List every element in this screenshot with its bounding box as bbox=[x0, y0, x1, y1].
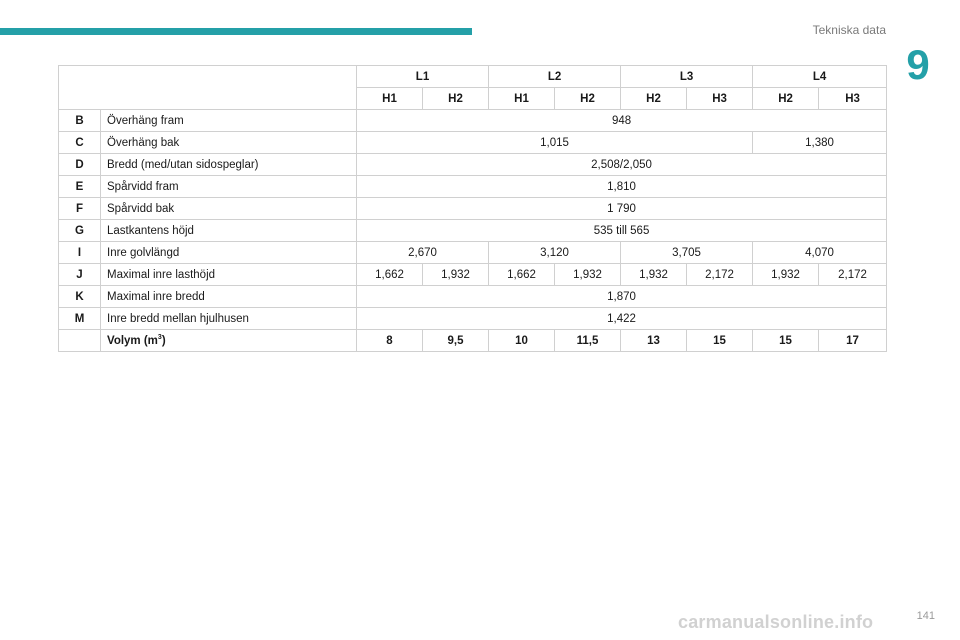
section-title: Tekniska data bbox=[812, 23, 886, 37]
row-value: 948 bbox=[355, 109, 888, 132]
row-value: 1,380 bbox=[752, 131, 888, 154]
table-row: B Överhäng fram 948 bbox=[58, 109, 888, 132]
row-label: Överhäng bak bbox=[100, 131, 357, 154]
table-row: E Spårvidd fram 1,810 bbox=[58, 175, 888, 198]
row-code: C bbox=[58, 131, 101, 154]
row-code: B bbox=[58, 109, 101, 132]
row-code: K bbox=[58, 285, 101, 308]
row-value: 1,932 bbox=[554, 263, 622, 286]
table-row: M Inre bredd mellan hjulhusen 1,422 bbox=[58, 307, 888, 330]
row-value: 1,932 bbox=[620, 263, 688, 286]
table-row: I Inre golvlängd 2,670 3,120 3,705 4,070 bbox=[58, 241, 888, 264]
table-row: J Maximal inre lasthöjd 1,662 1,932 1,66… bbox=[58, 263, 888, 286]
volume-value: 15 bbox=[752, 329, 820, 352]
height-header: H2 bbox=[554, 87, 622, 110]
row-value: 535 till 565 bbox=[355, 219, 888, 242]
volume-label-text: Volym (m bbox=[107, 334, 158, 347]
volume-label: Volym (m3) bbox=[100, 329, 357, 352]
row-label: Överhäng fram bbox=[100, 109, 357, 132]
header-accent-bar bbox=[0, 28, 472, 35]
volume-value: 15 bbox=[686, 329, 754, 352]
volume-value: 9,5 bbox=[421, 329, 490, 352]
length-header-row: L1 L2 L3 L4 bbox=[58, 65, 888, 110]
row-value: 1,662 bbox=[356, 263, 423, 286]
table-row: G Lastkantens höjd 535 till 565 bbox=[58, 219, 888, 242]
length-header: L2 bbox=[488, 65, 622, 88]
volume-row: Volym (m3) 8 9,5 10 11,5 13 15 15 17 bbox=[58, 329, 888, 352]
height-header: H1 bbox=[488, 87, 556, 110]
volume-value: 13 bbox=[620, 329, 688, 352]
dimensions-table: L1 L2 L3 L4 H1 H2 H1 H2 H2 H3 H2 H3 B Öv… bbox=[58, 65, 888, 352]
row-code: I bbox=[58, 241, 101, 264]
table-row: C Överhäng bak 1,015 1,380 bbox=[58, 131, 888, 154]
row-code: G bbox=[58, 219, 101, 242]
height-header: H2 bbox=[421, 87, 490, 110]
length-header: L1 bbox=[355, 65, 490, 88]
row-value: 1,015 bbox=[355, 131, 754, 154]
table-row: K Maximal inre bredd 1,870 bbox=[58, 285, 888, 308]
page-number: 141 bbox=[916, 610, 935, 622]
row-value: 1,870 bbox=[355, 285, 888, 308]
volume-value: 11,5 bbox=[554, 329, 622, 352]
height-header: H2 bbox=[620, 87, 688, 110]
row-label: Bredd (med/utan sidospeglar) bbox=[100, 153, 357, 176]
row-value: 1,662 bbox=[488, 263, 556, 286]
height-header: H3 bbox=[818, 87, 888, 110]
row-code: M bbox=[58, 307, 101, 330]
watermark: carmanualsonline.info bbox=[678, 612, 874, 632]
row-label: Spårvidd fram bbox=[100, 175, 357, 198]
row-label: Spårvidd bak bbox=[100, 197, 357, 220]
row-label: Inre golvlängd bbox=[100, 241, 357, 264]
row-code: E bbox=[58, 175, 101, 198]
height-header: H2 bbox=[752, 87, 820, 110]
row-label: Maximal inre bredd bbox=[100, 285, 357, 308]
volume-value: 8 bbox=[356, 329, 423, 352]
row-value: 1,810 bbox=[355, 175, 888, 198]
height-header: H1 bbox=[356, 87, 423, 110]
empty-code-cell bbox=[58, 329, 101, 352]
volume-value: 17 bbox=[818, 329, 888, 352]
row-value: 2,172 bbox=[818, 263, 888, 286]
height-header: H3 bbox=[686, 87, 754, 110]
row-label: Maximal inre lasthöjd bbox=[100, 263, 357, 286]
length-header: L3 bbox=[620, 65, 754, 88]
table-row: D Bredd (med/utan sidospeglar) 2,508/2,0… bbox=[58, 153, 888, 176]
table-row: F Spårvidd bak 1 790 bbox=[58, 197, 888, 220]
row-value: 1,932 bbox=[421, 263, 490, 286]
row-value: 4,070 bbox=[752, 241, 888, 264]
row-value: 2,670 bbox=[355, 241, 490, 264]
row-code: D bbox=[58, 153, 101, 176]
volume-value: 10 bbox=[488, 329, 556, 352]
row-value: 3,120 bbox=[488, 241, 622, 264]
length-header: L4 bbox=[752, 65, 888, 88]
row-value: 2,508/2,050 bbox=[355, 153, 888, 176]
volume-label-close: ) bbox=[161, 334, 166, 347]
row-value: 1,422 bbox=[355, 307, 888, 330]
row-label: Inre bredd mellan hjulhusen bbox=[100, 307, 357, 330]
row-value: 2,172 bbox=[686, 263, 754, 286]
row-value: 1 790 bbox=[355, 197, 888, 220]
row-code: F bbox=[58, 197, 101, 220]
row-value: 1,932 bbox=[752, 263, 820, 286]
row-value: 3,705 bbox=[620, 241, 754, 264]
row-code: J bbox=[58, 263, 101, 286]
chapter-number: 9 bbox=[906, 41, 930, 88]
row-label: Lastkantens höjd bbox=[100, 219, 357, 242]
empty-header-cell bbox=[58, 65, 357, 110]
